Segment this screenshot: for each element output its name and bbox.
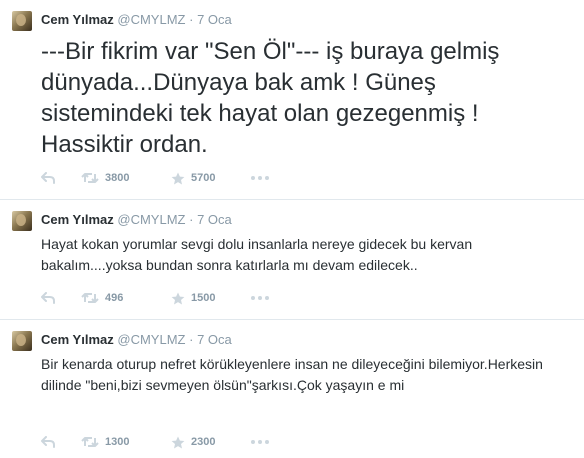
timestamp[interactable]: 7 Oca [197, 212, 232, 227]
retweet-button[interactable]: 3800 [81, 172, 171, 184]
tweet[interactable]: Cem Yılmaz @CMYLMZ · 7 Oca ---Bir fikrim… [0, 0, 584, 200]
author-name[interactable]: Cem Yılmaz [41, 212, 114, 227]
avatar[interactable] [12, 331, 32, 351]
author-name[interactable]: Cem Yılmaz [41, 332, 114, 347]
tweet-text: Hayat kokan yorumlar sevgi dolu insanlar… [41, 236, 473, 273]
more-button[interactable] [251, 296, 269, 300]
favorite-count: 1500 [191, 292, 216, 304]
reply-icon [41, 172, 55, 184]
reply-button[interactable] [41, 292, 81, 304]
tweet-header: Cem Yılmaz @CMYLMZ · 7 Oca [41, 12, 232, 28]
tweet[interactable]: Cem Yılmaz @CMYLMZ · 7 Oca Bir kenarda o… [0, 320, 584, 458]
tweet-actions: 1300 2300 [41, 432, 269, 452]
favorite-count: 2300 [191, 436, 216, 448]
retweet-count: 496 [105, 292, 124, 304]
author-handle[interactable]: @CMYLMZ [117, 212, 185, 227]
retweet-button[interactable]: 1300 [81, 436, 171, 448]
retweet-icon [81, 293, 99, 303]
more-icon [251, 176, 269, 180]
tweet-actions: 496 1500 [41, 288, 269, 308]
more-button[interactable] [251, 176, 269, 180]
more-icon [251, 296, 269, 300]
reply-icon [41, 292, 55, 304]
star-icon [171, 436, 185, 448]
retweet-icon [81, 437, 99, 447]
tweet-header: Cem Yılmaz @CMYLMZ · 7 Oca [41, 212, 232, 228]
favorite-button[interactable]: 5700 [171, 172, 251, 185]
separator: · [189, 212, 194, 227]
more-icon [251, 440, 269, 444]
favorite-button[interactable]: 1500 [171, 292, 251, 305]
favorite-button[interactable]: 2300 [171, 436, 251, 449]
retweet-count: 3800 [105, 172, 130, 184]
avatar[interactable] [12, 211, 32, 231]
tweet-actions: 3800 5700 [41, 168, 269, 188]
separator: · [189, 332, 194, 347]
tweet-header: Cem Yılmaz @CMYLMZ · 7 Oca [41, 332, 232, 348]
avatar[interactable] [12, 11, 32, 31]
timestamp[interactable]: 7 Oca [197, 332, 232, 347]
author-handle[interactable]: @CMYLMZ [117, 332, 185, 347]
star-icon [171, 172, 185, 184]
retweet-count: 1300 [105, 436, 130, 448]
favorite-count: 5700 [191, 172, 216, 184]
star-icon [171, 292, 185, 304]
more-button[interactable] [251, 440, 269, 444]
reply-button[interactable] [41, 436, 81, 448]
author-name[interactable]: Cem Yılmaz [41, 12, 114, 27]
tweet-text: Bir kenarda oturup nefret körükleyenlere… [41, 356, 543, 393]
timestamp[interactable]: 7 Oca [197, 12, 232, 27]
tweet-text: ---Bir fikrim var "Sen Öl"--- iş buraya … [41, 38, 500, 158]
author-handle[interactable]: @CMYLMZ [117, 12, 185, 27]
tweet[interactable]: Cem Yılmaz @CMYLMZ · 7 Oca Hayat kokan y… [0, 200, 584, 320]
retweet-icon [81, 173, 99, 183]
retweet-button[interactable]: 496 [81, 292, 171, 304]
reply-button[interactable] [41, 172, 81, 184]
separator: · [189, 12, 194, 27]
reply-icon [41, 436, 55, 448]
